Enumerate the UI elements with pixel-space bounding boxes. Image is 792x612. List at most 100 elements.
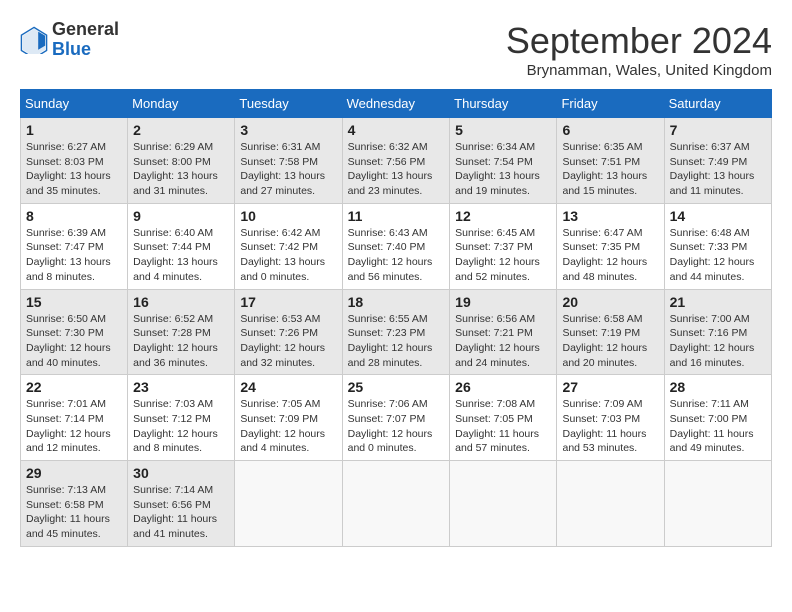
day-number: 6 — [562, 122, 658, 138]
day-number: 15 — [26, 294, 122, 310]
month-title: September 2024 — [506, 20, 772, 62]
calendar-cell: 6 Sunrise: 6:35 AMSunset: 7:51 PMDayligh… — [557, 118, 664, 204]
calendar-cell — [235, 461, 342, 547]
day-info: Sunrise: 6:43 AMSunset: 7:40 PMDaylight:… — [348, 226, 445, 285]
day-info: Sunrise: 6:32 AMSunset: 7:56 PMDaylight:… — [348, 140, 445, 199]
calendar-cell: 24 Sunrise: 7:05 AMSunset: 7:09 PMDaylig… — [235, 375, 342, 461]
calendar-cell: 18 Sunrise: 6:55 AMSunset: 7:23 PMDaylig… — [342, 289, 450, 375]
day-info: Sunrise: 7:06 AMSunset: 7:07 PMDaylight:… — [348, 397, 445, 456]
calendar-cell: 7 Sunrise: 6:37 AMSunset: 7:49 PMDayligh… — [664, 118, 771, 204]
calendar-cell: 30 Sunrise: 7:14 AMSunset: 6:56 PMDaylig… — [128, 461, 235, 547]
day-number: 12 — [455, 208, 551, 224]
day-info: Sunrise: 6:37 AMSunset: 7:49 PMDaylight:… — [670, 140, 766, 199]
day-info: Sunrise: 7:11 AMSunset: 7:00 PMDaylight:… — [670, 397, 766, 456]
day-info: Sunrise: 7:01 AMSunset: 7:14 PMDaylight:… — [26, 397, 122, 456]
day-info: Sunrise: 6:53 AMSunset: 7:26 PMDaylight:… — [240, 312, 336, 371]
day-info: Sunrise: 7:14 AMSunset: 6:56 PMDaylight:… — [133, 483, 229, 542]
day-info: Sunrise: 7:13 AMSunset: 6:58 PMDaylight:… — [26, 483, 122, 542]
calendar-cell: 17 Sunrise: 6:53 AMSunset: 7:26 PMDaylig… — [235, 289, 342, 375]
calendar-cell: 20 Sunrise: 6:58 AMSunset: 7:19 PMDaylig… — [557, 289, 664, 375]
day-number: 23 — [133, 379, 229, 395]
day-info: Sunrise: 6:52 AMSunset: 7:28 PMDaylight:… — [133, 312, 229, 371]
calendar-cell: 12 Sunrise: 6:45 AMSunset: 7:37 PMDaylig… — [450, 203, 557, 289]
calendar-cell: 3 Sunrise: 6:31 AMSunset: 7:58 PMDayligh… — [235, 118, 342, 204]
calendar-header-row: SundayMondayTuesdayWednesdayThursdayFrid… — [21, 90, 772, 118]
day-info: Sunrise: 6:45 AMSunset: 7:37 PMDaylight:… — [455, 226, 551, 285]
calendar-cell: 4 Sunrise: 6:32 AMSunset: 7:56 PMDayligh… — [342, 118, 450, 204]
calendar: SundayMondayTuesdayWednesdayThursdayFrid… — [20, 89, 772, 547]
day-number: 1 — [26, 122, 122, 138]
day-number: 16 — [133, 294, 229, 310]
day-number: 27 — [562, 379, 658, 395]
day-number: 9 — [133, 208, 229, 224]
day-info: Sunrise: 7:03 AMSunset: 7:12 PMDaylight:… — [133, 397, 229, 456]
calendar-cell: 11 Sunrise: 6:43 AMSunset: 7:40 PMDaylig… — [342, 203, 450, 289]
day-number: 30 — [133, 465, 229, 481]
calendar-cell: 25 Sunrise: 7:06 AMSunset: 7:07 PMDaylig… — [342, 375, 450, 461]
calendar-header-tuesday: Tuesday — [235, 90, 342, 118]
calendar-week-row: 29 Sunrise: 7:13 AMSunset: 6:58 PMDaylig… — [21, 461, 772, 547]
calendar-cell — [664, 461, 771, 547]
day-number: 26 — [455, 379, 551, 395]
day-number: 5 — [455, 122, 551, 138]
calendar-cell: 9 Sunrise: 6:40 AMSunset: 7:44 PMDayligh… — [128, 203, 235, 289]
calendar-cell: 5 Sunrise: 6:34 AMSunset: 7:54 PMDayligh… — [450, 118, 557, 204]
day-info: Sunrise: 6:48 AMSunset: 7:33 PMDaylight:… — [670, 226, 766, 285]
calendar-cell: 13 Sunrise: 6:47 AMSunset: 7:35 PMDaylig… — [557, 203, 664, 289]
calendar-week-row: 22 Sunrise: 7:01 AMSunset: 7:14 PMDaylig… — [21, 375, 772, 461]
calendar-header-wednesday: Wednesday — [342, 90, 450, 118]
calendar-cell: 28 Sunrise: 7:11 AMSunset: 7:00 PMDaylig… — [664, 375, 771, 461]
day-info: Sunrise: 6:40 AMSunset: 7:44 PMDaylight:… — [133, 226, 229, 285]
calendar-week-row: 1 Sunrise: 6:27 AMSunset: 8:03 PMDayligh… — [21, 118, 772, 204]
day-number: 7 — [670, 122, 766, 138]
logo-icon — [20, 26, 48, 54]
calendar-cell: 23 Sunrise: 7:03 AMSunset: 7:12 PMDaylig… — [128, 375, 235, 461]
day-info: Sunrise: 6:47 AMSunset: 7:35 PMDaylight:… — [562, 226, 658, 285]
day-info: Sunrise: 6:35 AMSunset: 7:51 PMDaylight:… — [562, 140, 658, 199]
calendar-cell — [342, 461, 450, 547]
day-info: Sunrise: 6:31 AMSunset: 7:58 PMDaylight:… — [240, 140, 336, 199]
calendar-cell — [450, 461, 557, 547]
calendar-header-sunday: Sunday — [21, 90, 128, 118]
calendar-cell — [557, 461, 664, 547]
calendar-cell: 26 Sunrise: 7:08 AMSunset: 7:05 PMDaylig… — [450, 375, 557, 461]
logo: General Blue — [20, 20, 119, 60]
calendar-cell: 2 Sunrise: 6:29 AMSunset: 8:00 PMDayligh… — [128, 118, 235, 204]
day-number: 28 — [670, 379, 766, 395]
calendar-cell: 19 Sunrise: 6:56 AMSunset: 7:21 PMDaylig… — [450, 289, 557, 375]
day-number: 11 — [348, 208, 445, 224]
day-number: 22 — [26, 379, 122, 395]
day-number: 29 — [26, 465, 122, 481]
title-area: September 2024 Brynamman, Wales, United … — [506, 20, 772, 79]
calendar-cell: 16 Sunrise: 6:52 AMSunset: 7:28 PMDaylig… — [128, 289, 235, 375]
calendar-cell: 21 Sunrise: 7:00 AMSunset: 7:16 PMDaylig… — [664, 289, 771, 375]
day-info: Sunrise: 6:42 AMSunset: 7:42 PMDaylight:… — [240, 226, 336, 285]
calendar-cell: 22 Sunrise: 7:01 AMSunset: 7:14 PMDaylig… — [21, 375, 128, 461]
calendar-week-row: 8 Sunrise: 6:39 AMSunset: 7:47 PMDayligh… — [21, 203, 772, 289]
day-number: 13 — [562, 208, 658, 224]
calendar-cell: 1 Sunrise: 6:27 AMSunset: 8:03 PMDayligh… — [21, 118, 128, 204]
day-info: Sunrise: 6:27 AMSunset: 8:03 PMDaylight:… — [26, 140, 122, 199]
day-info: Sunrise: 6:55 AMSunset: 7:23 PMDaylight:… — [348, 312, 445, 371]
day-info: Sunrise: 6:34 AMSunset: 7:54 PMDaylight:… — [455, 140, 551, 199]
logo-general: General — [52, 19, 119, 39]
calendar-header-thursday: Thursday — [450, 90, 557, 118]
calendar-week-row: 15 Sunrise: 6:50 AMSunset: 7:30 PMDaylig… — [21, 289, 772, 375]
day-info: Sunrise: 7:00 AMSunset: 7:16 PMDaylight:… — [670, 312, 766, 371]
day-number: 4 — [348, 122, 445, 138]
calendar-header-saturday: Saturday — [664, 90, 771, 118]
calendar-cell: 27 Sunrise: 7:09 AMSunset: 7:03 PMDaylig… — [557, 375, 664, 461]
day-number: 19 — [455, 294, 551, 310]
day-number: 25 — [348, 379, 445, 395]
day-info: Sunrise: 7:08 AMSunset: 7:05 PMDaylight:… — [455, 397, 551, 456]
day-number: 3 — [240, 122, 336, 138]
day-number: 21 — [670, 294, 766, 310]
day-number: 2 — [133, 122, 229, 138]
day-info: Sunrise: 6:50 AMSunset: 7:30 PMDaylight:… — [26, 312, 122, 371]
day-info: Sunrise: 7:09 AMSunset: 7:03 PMDaylight:… — [562, 397, 658, 456]
calendar-cell: 29 Sunrise: 7:13 AMSunset: 6:58 PMDaylig… — [21, 461, 128, 547]
day-info: Sunrise: 6:56 AMSunset: 7:21 PMDaylight:… — [455, 312, 551, 371]
calendar-header-monday: Monday — [128, 90, 235, 118]
day-info: Sunrise: 6:39 AMSunset: 7:47 PMDaylight:… — [26, 226, 122, 285]
location: Brynamman, Wales, United Kingdom — [506, 62, 772, 79]
